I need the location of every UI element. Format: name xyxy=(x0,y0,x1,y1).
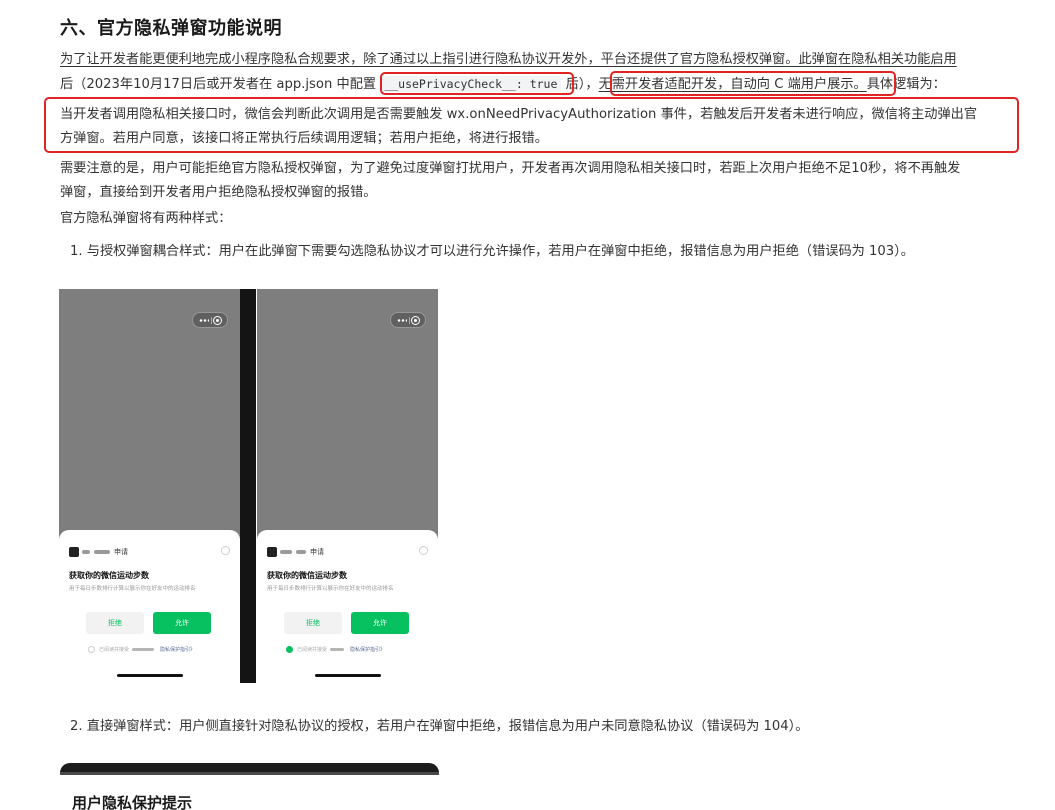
info-icon[interactable] xyxy=(221,546,230,555)
allow-button[interactable]: 允许 xyxy=(153,612,211,634)
popup-title: 获取你的微信运动步数 xyxy=(267,571,347,580)
privacy-guide-link[interactable]: 隐私保护指引》 xyxy=(160,646,195,653)
agree-text: 已阅读并接受 xyxy=(99,647,130,653)
redacted-app-name xyxy=(94,550,110,554)
apply-label: 申请 xyxy=(310,548,324,556)
app-identity-row: 申请 xyxy=(69,547,128,557)
section-title: 六、官方隐私弹窗功能说明 xyxy=(60,18,282,39)
phone-screenshot-checked: 申请 获取你的微信运动步数 用于每日步数排行计算以展示你在好友中的运动排名 拒绝… xyxy=(257,289,438,683)
agree-checkbox[interactable] xyxy=(88,646,95,653)
auth-popup-sheet: 申请 获取你的微信运动步数 用于每日步数排行计算以展示你在好友中的运动排名 拒绝… xyxy=(257,530,438,683)
more-dots-icon xyxy=(199,319,209,322)
app-identity-row: 申请 xyxy=(267,547,324,557)
privacy-guide-link[interactable]: 隐私保护指引》 xyxy=(350,646,385,653)
close-circle-icon xyxy=(213,316,222,325)
redacted-app-name xyxy=(132,648,155,651)
reject-button[interactable]: 拒绝 xyxy=(284,612,342,634)
logic-highlight-box xyxy=(44,97,1019,153)
auth-popup-sheet: 申请 获取你的微信运动步数 用于每日步数排行计算以展示你在好友中的运动排名 拒绝… xyxy=(59,530,240,683)
note-line-1: 需要注意的是，用户可能拒绝官方隐私授权弹窗，为了避免过度弹窗打扰用户，开发者再次… xyxy=(60,161,961,176)
style-item-1: 1. 与授权弹窗耦合样式：用户在此弹窗下需要勾选隐私协议才可以进行允许操作，若用… xyxy=(70,244,914,259)
allow-button[interactable]: 允许 xyxy=(351,612,409,634)
popup-subtitle: 用于每日步数排行计算以展示你在好友中的运动排名 xyxy=(267,586,394,592)
home-indicator xyxy=(315,674,381,677)
info-icon[interactable] xyxy=(419,546,428,555)
close-circle-icon xyxy=(411,316,420,325)
popup-title: 获取你的微信运动步数 xyxy=(69,571,149,580)
home-indicator xyxy=(117,674,183,677)
code-highlight-box xyxy=(380,72,574,95)
privacy-agree-row[interactable]: 已阅读并接受 隐私保护指引》 xyxy=(286,646,385,653)
phone-screenshot-unchecked: 申请 获取你的微信运动步数 用于每日步数排行计算以展示你在好友中的运动排名 拒绝… xyxy=(59,289,240,683)
app-logo xyxy=(267,547,277,557)
note-line-2: 弹窗，直接给到开发者用户拒绝隐私授权弹窗的报错。 xyxy=(60,185,377,200)
mini-program-capsule xyxy=(390,312,426,328)
redacted-app-name xyxy=(280,550,292,554)
intro-line-2-prefix: 后（2023年10月17日后或开发者在 app.json 中配置 xyxy=(60,77,381,92)
direct-popup-preview xyxy=(60,763,439,775)
popup-subtitle: 用于每日步数排行计算以展示你在好友中的运动排名 xyxy=(69,586,196,592)
agree-text: 已阅读并接受 xyxy=(297,647,328,653)
note-paragraph: 需要注意的是，用户可能拒绝官方隐私授权弹窗，为了避免过度弹窗打扰用户，开发者再次… xyxy=(60,157,1020,205)
style-item-2: 2. 直接弹窗样式：用户侧直接针对隐私协议的授权，若用户在弹窗中拒绝，报错信息为… xyxy=(70,719,809,734)
app-logo xyxy=(69,547,79,557)
agree-checkbox-checked[interactable] xyxy=(286,646,293,653)
styles-intro: 官方隐私弹窗将有两种样式： xyxy=(60,211,232,226)
reject-button[interactable]: 拒绝 xyxy=(86,612,144,634)
more-dots-icon xyxy=(397,319,407,322)
privacy-agree-row[interactable]: 已阅读并接受 隐私保护指引》 xyxy=(88,646,195,653)
apply-label: 申请 xyxy=(114,548,128,556)
mini-program-capsule xyxy=(192,312,228,328)
privacy-prompt-title: 用户隐私保护提示 xyxy=(72,794,193,810)
intro-line-1: 为了让开发者能更便利地完成小程序隐私合规要求，除了通过以上指引进行隐私协议开发外… xyxy=(60,52,957,67)
redacted-app-name xyxy=(82,550,90,554)
auto-display-highlight-box xyxy=(610,71,896,96)
redacted-app-name xyxy=(296,550,306,554)
redacted-app-name xyxy=(330,648,345,651)
screenshot-divider xyxy=(240,289,256,683)
